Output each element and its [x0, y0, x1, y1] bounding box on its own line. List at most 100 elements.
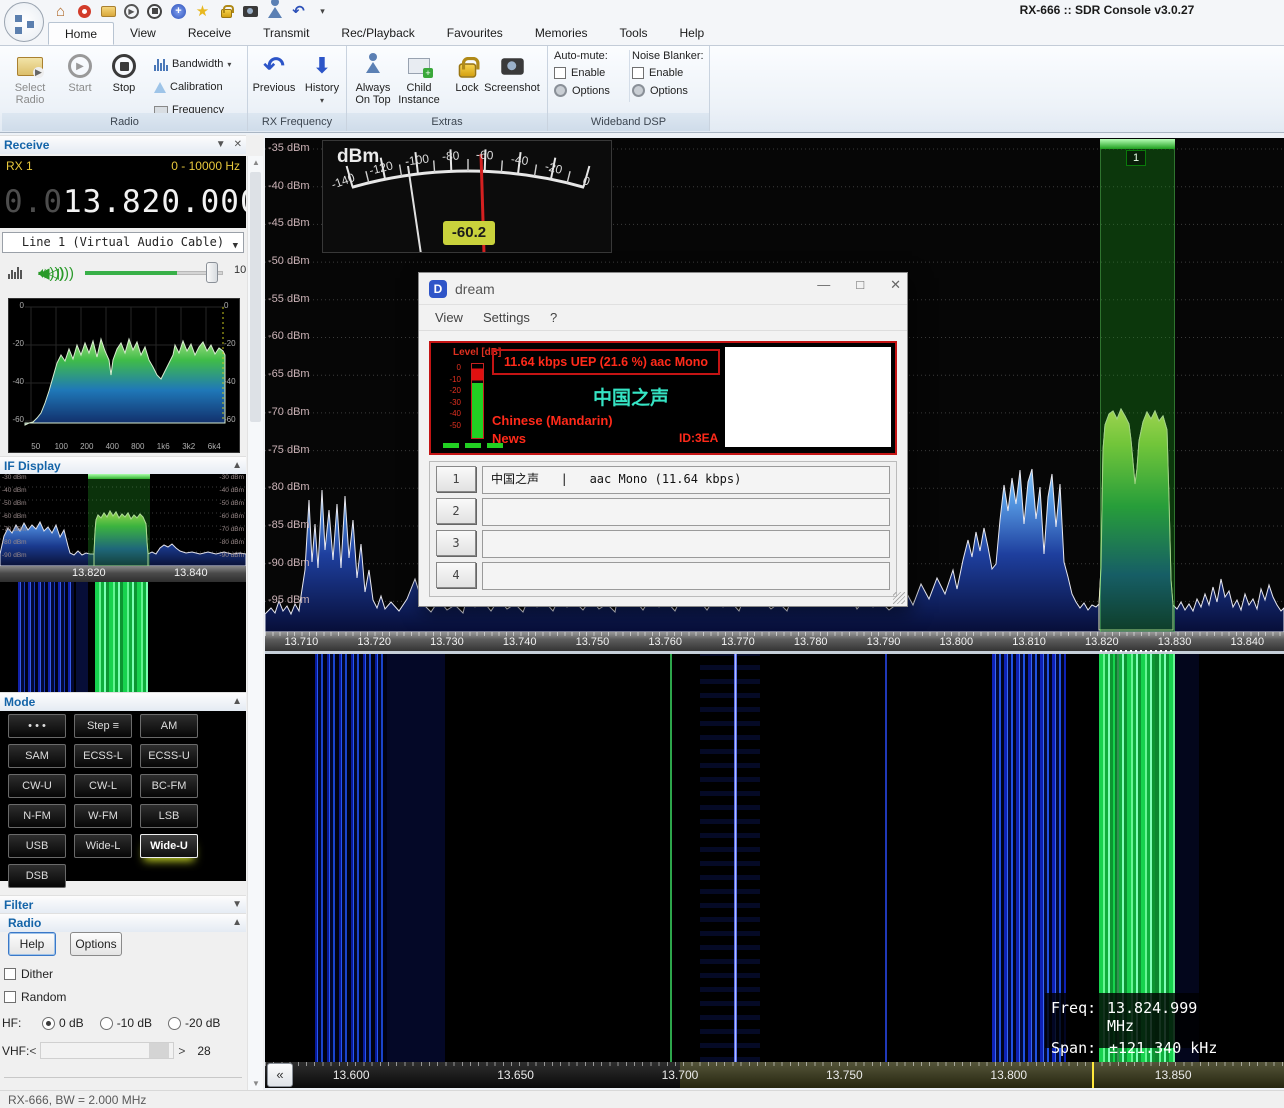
child-instance-button[interactable]: + Child Instance [395, 52, 443, 106]
mode-button[interactable]: W-FM [74, 804, 132, 828]
ribbon-tab[interactable]: Memories [519, 22, 604, 45]
ribbon-tab[interactable]: Help [664, 22, 721, 45]
volume-slider-handle[interactable] [206, 262, 218, 283]
spectrum-frequency-scale[interactable]: 13.71013.72013.73013.74013.75013.76013.7… [265, 632, 1284, 651]
auto-mute-options[interactable]: Options [554, 84, 629, 97]
history-button[interactable]: ⬇ History ▾ [298, 52, 346, 106]
screenshot-button[interactable]: Screenshot [481, 52, 543, 94]
home-icon[interactable]: ⌂ [52, 3, 69, 20]
dream-window[interactable]: D dream — □ ✕ ViewSettings? Level [dB] 0… [418, 272, 908, 607]
checkbox-icon[interactable] [4, 968, 16, 980]
stop-button[interactable]: Stop [100, 52, 148, 94]
select-radio-button[interactable]: Select Radio [6, 52, 54, 106]
vhf-slider-track[interactable] [40, 1042, 174, 1059]
add-icon[interactable]: + [170, 3, 187, 20]
if-frequency-scale[interactable]: 13.820 13.840 [0, 566, 246, 582]
menu-item[interactable]: View [427, 308, 471, 327]
mode-button[interactable]: LSB [140, 804, 198, 828]
checkbox-icon[interactable] [554, 67, 566, 79]
vhf-slider-thumb[interactable] [149, 1043, 169, 1058]
service-select-button[interactable]: 2 [436, 498, 476, 524]
audio-device-select[interactable]: Line 1 (Virtual Audio Cable) ▼ [2, 232, 244, 253]
ribbon-tab[interactable]: Transmit [247, 22, 325, 45]
mode-button[interactable]: ECSS-U [140, 744, 198, 768]
collapse-icon[interactable]: ▲ [232, 460, 242, 471]
ribbon-tab[interactable]: View [114, 22, 172, 45]
record-icon[interactable] [146, 3, 163, 20]
mode-button[interactable]: USB [8, 834, 66, 858]
rx1-tuning-band[interactable] [1100, 149, 1175, 632]
hf-radio-option[interactable]: -20 dB [168, 1016, 220, 1030]
dither-checkbox-row[interactable]: Dither [4, 967, 53, 981]
screenshot-icon[interactable] [242, 3, 259, 20]
speaker-icon[interactable]: ◀))) [38, 264, 65, 282]
close-icon[interactable]: ✕ [234, 139, 242, 150]
collapse-icon[interactable]: ▼ [216, 139, 226, 150]
left-panel-scrollbar[interactable]: ▲ ▼ [247, 156, 263, 1090]
minimize-icon[interactable]: — [817, 277, 830, 293]
menu-item[interactable]: ? [542, 308, 565, 327]
customize-toolbar-icon[interactable]: ▾ [314, 3, 331, 20]
vhf-scroll-right[interactable]: > [178, 1044, 185, 1058]
close-icon[interactable]: ✕ [890, 277, 901, 293]
maximize-icon[interactable]: □ [856, 277, 864, 293]
collapse-icon[interactable]: ▲ [232, 917, 242, 928]
always-on-top-button[interactable]: Always On Top [349, 52, 397, 106]
auto-mute-enable[interactable]: Enable [554, 67, 629, 79]
if-display-section-header[interactable]: IF Display ▲ [0, 456, 246, 475]
bandwidth-button[interactable]: Bandwidth ▾ [154, 54, 246, 74]
ribbon-tab[interactable]: Tools [604, 22, 664, 45]
receive-section-header[interactable]: Receive ▼✕ [0, 135, 246, 154]
radio-button-icon[interactable] [100, 1017, 113, 1030]
checkbox-icon[interactable] [632, 67, 644, 79]
mode-button[interactable]: BC-FM [140, 774, 198, 798]
expand-icon[interactable]: ▼ [232, 899, 242, 910]
mode-button[interactable]: Step ≡ [74, 714, 132, 738]
play-icon[interactable]: ▶ [124, 4, 139, 19]
radio-section-header[interactable]: Radio ▲ [0, 913, 246, 932]
hf-radio-option[interactable]: 0 dB [42, 1016, 84, 1030]
application-menu-button[interactable] [4, 2, 44, 42]
random-checkbox-row[interactable]: Random [4, 990, 66, 1004]
mode-button[interactable]: Wide-L [74, 834, 132, 858]
scale-pan-button[interactable]: « [267, 1063, 293, 1087]
if-tuning-band-cap[interactable] [88, 474, 150, 479]
radio-button-icon[interactable] [168, 1017, 181, 1030]
help-button[interactable]: Help [8, 932, 56, 956]
lock-icon[interactable] [218, 3, 235, 20]
mode-button[interactable]: N-FM [8, 804, 66, 828]
scroll-down-icon[interactable]: ▼ [252, 1079, 260, 1088]
menu-item[interactable]: Settings [475, 308, 538, 327]
equalizer-icon[interactable] [8, 266, 22, 279]
rx1-marker-badge[interactable]: 1 [1126, 150, 1146, 166]
ribbon-tab[interactable]: Rec/Playback [325, 22, 430, 45]
mode-button[interactable]: SAM [8, 744, 66, 768]
mode-button[interactable]: • • • [8, 714, 66, 738]
filter-section-header[interactable]: Filter ▼ [0, 895, 246, 914]
vhf-scroll-left[interactable]: < [29, 1044, 36, 1058]
help-icon[interactable] [76, 3, 93, 20]
mode-button[interactable]: DSB [8, 864, 66, 888]
options-button[interactable]: Options [70, 932, 122, 956]
waterfall-frequency-scale[interactable]: 13.60013.65013.70013.75013.80013.850 « [265, 1062, 1284, 1088]
frequency-display[interactable]: 0.013.820.000 [0, 176, 246, 228]
service-select-button[interactable]: 3 [436, 530, 476, 556]
mode-button[interactable]: CW-U [8, 774, 66, 798]
mode-button[interactable]: CW-L [74, 774, 132, 798]
noise-blanker-options[interactable]: Options [632, 84, 708, 97]
start-button[interactable]: ▶ Start [56, 52, 104, 94]
if-tuning-band[interactable] [88, 474, 150, 566]
hf-radio-option[interactable]: -10 dB [100, 1016, 152, 1030]
resize-grip[interactable] [893, 592, 905, 604]
calibration-button[interactable]: Calibration [154, 77, 246, 97]
favourite-star-icon[interactable]: ★ [194, 3, 211, 20]
undo-icon[interactable]: ↶ [290, 3, 307, 20]
mode-button[interactable]: AM [140, 714, 198, 738]
mode-button[interactable]: ECSS-L [74, 744, 132, 768]
checkbox-icon[interactable] [4, 991, 16, 1003]
open-folder-icon[interactable] [100, 3, 117, 20]
previous-button[interactable]: ↶ Previous [250, 52, 298, 94]
rx1-tuning-band-cap[interactable] [1100, 139, 1175, 149]
service-select-button[interactable]: 1 [436, 466, 476, 492]
collapse-icon[interactable]: ▲ [232, 696, 242, 707]
